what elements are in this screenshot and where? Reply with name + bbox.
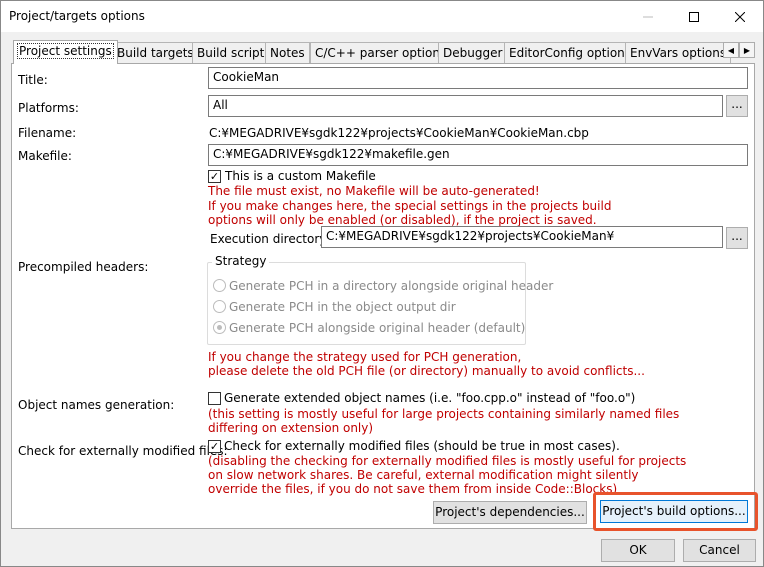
platforms-input[interactable]: All [208, 95, 723, 117]
highlight-annotation [593, 492, 758, 531]
cancel-button[interactable]: Cancel [683, 539, 756, 562]
platforms-label: Platforms: [18, 101, 79, 115]
objnames-note-2: differing on extension only) [208, 421, 374, 435]
filename-value: C:¥MEGADRIVE¥sgdk122¥projects¥CookieMan¥… [209, 126, 589, 140]
tab-build-targets[interactable]: Build targets [112, 42, 199, 63]
pch-warning-2: please delete the old PCH file (or direc… [208, 364, 645, 378]
window-title: Project/targets options [9, 9, 145, 23]
extmod-checkbox[interactable]: ✓ [208, 440, 221, 453]
pch-label: Precompiled headers: [18, 260, 149, 274]
maximize-icon[interactable] [671, 1, 717, 32]
project-options-dialog: Project/targets options Project settings… [0, 0, 764, 567]
strategy-title: Strategy [212, 254, 270, 268]
tab-project-settings[interactable]: Project settings [13, 40, 118, 64]
tab-envvars-options[interactable]: EnvVars options [625, 42, 732, 63]
pch-option-object-dir-radio[interactable] [213, 300, 226, 313]
tab-editorconfig-options[interactable]: EditorConfig options [504, 42, 637, 63]
filename-label: Filename: [18, 126, 77, 140]
pch-option-directory-radio[interactable] [213, 279, 226, 292]
objnames-checkbox[interactable] [208, 392, 221, 405]
extmod-note-1: (disabling the checking for externally m… [208, 454, 687, 468]
pch-option-alongside-label: Generate PCH alongside original header (… [229, 321, 526, 335]
tab-scroll-left-icon[interactable]: ◀ [723, 42, 739, 58]
tab-cpp-parser-options[interactable]: C/C++ parser options [310, 42, 452, 63]
title-input[interactable]: CookieMan [208, 67, 748, 89]
makefile-warning-1: The file must exist, no Makefile will be… [208, 184, 540, 198]
custom-makefile-checkbox[interactable]: ✓ [208, 170, 221, 183]
extmod-check-label: Check for externally modified files (sho… [224, 439, 620, 453]
pch-option-object-dir-label: Generate PCH in the object output dir [229, 300, 456, 314]
minimize-icon[interactable] [625, 1, 671, 32]
extmod-note-2: on slow network shares. Be careful, exte… [208, 468, 639, 482]
platforms-browse-button[interactable]: ... [726, 95, 748, 117]
tab-notes[interactable]: Notes [265, 42, 310, 63]
extmod-note-3: override the files, if you do not save t… [208, 482, 618, 496]
pch-option-alongside-radio[interactable] [213, 321, 226, 334]
extmod-label: Check for externally modified files: [18, 444, 228, 458]
tab-scroll: ◀ ▶ [723, 42, 755, 58]
makefile-input[interactable]: C:¥MEGADRIVE¥sgdk122¥makefile.gen [208, 144, 748, 166]
tab-strip: Project settings Build targets Build scr… [11, 40, 755, 64]
custom-makefile-label: This is a custom Makefile [225, 169, 376, 183]
project-settings-panel: Title: CookieMan Platforms: All ... File… [11, 63, 758, 531]
project-dependencies-button[interactable]: Project's dependencies... [433, 501, 587, 524]
title-bar: Project/targets options [1, 1, 763, 32]
objnames-note-1: (this setting is mostly useful for large… [208, 407, 680, 421]
objnames-check-label: Generate extended object names (i.e. "fo… [224, 391, 636, 405]
exec-dir-input[interactable]: C:¥MEGADRIVE¥sgdk122¥projects¥CookieMan¥ [321, 226, 723, 248]
close-icon[interactable] [717, 1, 763, 32]
tab-build-scripts[interactable]: Build scripts [192, 42, 276, 63]
pch-option-directory-label: Generate PCH in a directory alongside or… [229, 279, 554, 293]
pch-warning-1: If you change the strategy used for PCH … [208, 350, 522, 364]
makefile-label: Makefile: [18, 149, 72, 163]
title-label: Title: [18, 73, 48, 87]
ok-button[interactable]: OK [601, 539, 675, 562]
exec-dir-label: Execution directory: [210, 232, 330, 246]
tab-debugger[interactable]: Debugger [438, 42, 508, 63]
makefile-warning-2: If you make changes here, the special se… [208, 199, 612, 213]
tab-scroll-right-icon[interactable]: ▶ [739, 42, 755, 58]
objnames-label: Object names generation: [18, 398, 175, 412]
exec-dir-browse-button[interactable]: ... [726, 227, 748, 249]
